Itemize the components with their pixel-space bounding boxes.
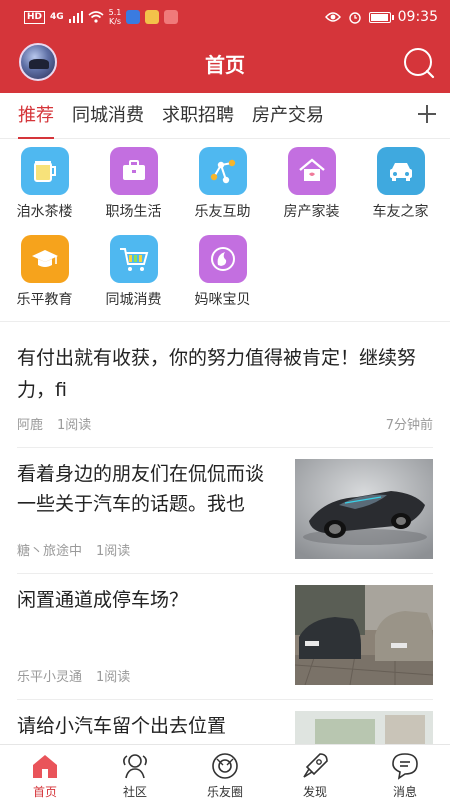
net-speed-unit: K/s bbox=[108, 17, 122, 26]
house-icon bbox=[287, 147, 336, 195]
nav-discover[interactable]: 发现 bbox=[270, 745, 360, 800]
tab-real-estate[interactable]: 房产交易 bbox=[234, 93, 324, 139]
nav-label: 发现 bbox=[302, 785, 327, 799]
nav-community[interactable]: 社区 bbox=[90, 745, 180, 800]
channel-tabs: 推荐 同城消费 求职招聘 房产交易 bbox=[0, 93, 450, 139]
tab-recommend[interactable]: 推荐 bbox=[0, 93, 54, 139]
category-car-club[interactable]: 车友之家 bbox=[356, 145, 445, 233]
post-reads: 1阅读 bbox=[57, 418, 92, 433]
share-network-icon bbox=[198, 147, 247, 195]
nav-label: 首页 bbox=[32, 785, 57, 799]
friends-circle-icon bbox=[212, 753, 238, 779]
nav-friends-circle[interactable]: 乐友圈 bbox=[180, 745, 270, 800]
category-tea-house[interactable]: 洎水茶楼 bbox=[0, 145, 89, 233]
notification-app-icon bbox=[145, 10, 160, 24]
post-reads: 1阅读 bbox=[96, 670, 131, 685]
post-title: 请给小汽车留个出去位置 bbox=[17, 715, 227, 737]
nav-label: 社区 bbox=[122, 785, 147, 799]
category-label: 职场生活 bbox=[105, 204, 162, 220]
category-label: 妈咪宝贝 bbox=[194, 292, 251, 308]
post-meta: 乐平小灵通 1阅读 bbox=[17, 666, 130, 685]
post-reads: 1阅读 bbox=[96, 544, 131, 559]
network-type: 4G bbox=[50, 12, 64, 22]
graduation-cap-icon bbox=[20, 235, 69, 283]
clock: 09:35 bbox=[397, 9, 438, 25]
category-label: 乐平教育 bbox=[16, 292, 73, 308]
category-mutual-help[interactable]: 乐友互助 bbox=[178, 145, 267, 233]
app-bar: 首页 bbox=[0, 34, 450, 93]
post-author: 乐平小灵通 bbox=[17, 670, 83, 685]
category-label: 洎水茶楼 bbox=[16, 204, 73, 220]
hd-badge: HD bbox=[24, 10, 46, 24]
category-education[interactable]: 乐平教育 bbox=[0, 233, 89, 321]
post-meta: 糖丶旅途中 1阅读 bbox=[17, 540, 130, 559]
post-title: 看着身边的朋友们在侃侃而谈一些关于汽车的话题。我也 bbox=[17, 463, 265, 515]
parking-lot-photo bbox=[295, 585, 433, 685]
eye-icon bbox=[324, 12, 341, 22]
post-author: 阿鹿 bbox=[17, 418, 44, 433]
category-label: 乐友互助 bbox=[194, 204, 251, 220]
post-item[interactable]: 看着身边的朋友们在侃侃而谈一些关于汽车的话题。我也 糖丶旅途中 1阅读 bbox=[17, 448, 433, 574]
nav-label: 消息 bbox=[392, 785, 417, 799]
briefcase-icon bbox=[109, 147, 158, 195]
post-title: 有付出就有收获，你的努力值得被肯定！继续努力，fi bbox=[17, 347, 417, 401]
alarm-icon bbox=[348, 12, 361, 24]
notification-app-icon bbox=[164, 10, 179, 24]
category-label: 房产家装 bbox=[283, 204, 340, 220]
shopping-cart-icon bbox=[109, 235, 158, 283]
post-author: 糖丶旅途中 bbox=[17, 544, 83, 559]
post-title: 闲置通道成停车场？ bbox=[17, 589, 189, 611]
battery-icon bbox=[368, 11, 394, 23]
category-workplace[interactable]: 职场生活 bbox=[89, 145, 178, 233]
search-icon[interactable] bbox=[402, 46, 436, 80]
category-grid: 洎水茶楼 职场生活 乐友互助 房产家装 车友之家 乐平教育 同城消费 妈咪宝贝 bbox=[0, 139, 450, 322]
add-channel-icon[interactable] bbox=[416, 103, 438, 125]
avatar[interactable] bbox=[19, 43, 57, 81]
notification-app-icon bbox=[126, 10, 141, 24]
category-label: 车友之家 bbox=[372, 204, 429, 220]
page-title: 首页 bbox=[205, 53, 245, 77]
baby-icon bbox=[198, 235, 247, 283]
message-icon bbox=[392, 753, 418, 780]
post-meta: 阿鹿 1阅读 7分钟前 bbox=[17, 414, 433, 433]
community-icon bbox=[123, 754, 147, 779]
post-item[interactable]: 有付出就有收获，你的努力值得被肯定！继续努力，fi 阿鹿 1阅读 7分钟前 bbox=[17, 322, 433, 448]
status-bar: HD 4G 5.1 K/s 09:35 bbox=[0, 0, 450, 34]
car-icon bbox=[376, 147, 425, 195]
post-thumbnail bbox=[295, 585, 433, 685]
net-speed-value: 5.1 bbox=[108, 8, 122, 17]
post-feed: 有付出就有收获，你的努力值得被肯定！继续努力，fi 阿鹿 1阅读 7分钟前 看着… bbox=[0, 322, 450, 800]
sports-car-photo bbox=[295, 459, 433, 559]
rocket-icon bbox=[303, 753, 328, 778]
category-mom-baby[interactable]: 妈咪宝贝 bbox=[178, 233, 267, 321]
post-item[interactable]: 闲置通道成停车场？ 乐平小灵通 1阅读 bbox=[17, 574, 433, 700]
category-home-decor[interactable]: 房产家装 bbox=[267, 145, 356, 233]
net-speed: 5.1 K/s bbox=[109, 8, 122, 26]
nav-messages[interactable]: 消息 bbox=[360, 745, 450, 800]
tab-local-consumption[interactable]: 同城消费 bbox=[54, 93, 144, 139]
post-time: 7分钟前 bbox=[385, 418, 433, 433]
category-local-shopping[interactable]: 同城消费 bbox=[89, 233, 178, 321]
category-label: 同城消费 bbox=[105, 292, 162, 308]
nav-label: 乐友圈 bbox=[206, 785, 243, 799]
tea-cup-icon bbox=[20, 147, 69, 195]
bottom-navigation: 首页 社区 乐友圈 发现 消息 bbox=[0, 744, 450, 800]
home-icon bbox=[33, 755, 57, 778]
tab-jobs[interactable]: 求职招聘 bbox=[144, 93, 234, 139]
nav-home[interactable]: 首页 bbox=[0, 745, 90, 800]
post-thumbnail bbox=[295, 459, 433, 559]
app-screen: HD 4G 5.1K/s 09:35 首页 推荐 同城消费 求职招聘 房产交易 bbox=[0, 0, 450, 800]
signal-icon bbox=[68, 11, 83, 23]
wifi-icon bbox=[88, 11, 104, 23]
